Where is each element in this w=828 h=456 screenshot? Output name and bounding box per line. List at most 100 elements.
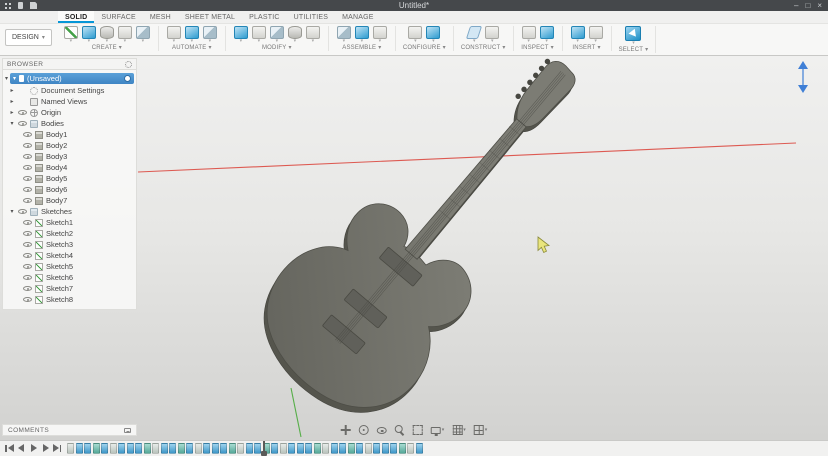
timeline-feature[interactable] <box>84 443 91 454</box>
select-tool-icon[interactable]: ▾ <box>625 26 641 46</box>
dropdown-caret-icon[interactable]: ▾ <box>414 39 417 44</box>
dropdown-caret-icon[interactable]: ▾ <box>432 39 435 44</box>
timeline-feature[interactable] <box>348 443 355 454</box>
step-back-button[interactable] <box>17 444 26 453</box>
dropdown-caret-icon[interactable]: ▾ <box>527 39 530 44</box>
joint-icon[interactable]: ▾ <box>354 26 370 44</box>
timeline-feature[interactable] <box>212 443 219 454</box>
timeline-feature[interactable] <box>399 443 406 454</box>
browser-item-body7[interactable]: Body7 <box>3 195 136 206</box>
group-label[interactable]: MODIFY▾ <box>262 45 292 51</box>
timeline-feature[interactable] <box>271 443 278 454</box>
primitive-box-icon[interactable]: ▾ <box>135 26 151 44</box>
visibility-eye-icon[interactable] <box>23 285 32 292</box>
timeline-feature[interactable] <box>220 443 227 454</box>
document-status-icon[interactable] <box>124 75 131 82</box>
browser-item-sketch3[interactable]: Sketch3 <box>3 239 136 250</box>
close-button[interactable]: × <box>817 2 822 10</box>
group-label[interactable]: SELECT▾ <box>619 47 649 53</box>
group-label[interactable]: AUTOMATE▾ <box>172 45 212 51</box>
configurations-icon[interactable]: ▾ <box>407 26 423 44</box>
measure-icon[interactable]: ▾ <box>521 26 537 44</box>
tab-manage[interactable]: MANAGE <box>335 11 381 23</box>
browser-item-sketch1[interactable]: Sketch1 <box>3 217 136 228</box>
timeline-feature[interactable] <box>203 443 210 454</box>
dropdown-caret-icon[interactable]: ▾ <box>70 39 73 44</box>
rigid-group-icon[interactable]: ▾ <box>372 26 388 44</box>
timeline-feature[interactable] <box>229 443 236 454</box>
timeline-feature[interactable] <box>254 443 261 454</box>
timeline-feature[interactable] <box>314 443 321 454</box>
sweep-icon[interactable]: ▾ <box>117 26 133 44</box>
timeline-feature[interactable] <box>297 443 304 454</box>
visibility-eye-icon[interactable] <box>18 109 27 116</box>
dropdown-caret-icon[interactable]: ▾ <box>545 39 548 44</box>
viewports-icon[interactable]: ▾ <box>474 425 488 435</box>
visibility-eye-icon[interactable] <box>18 208 27 215</box>
guitar-model[interactable] <box>234 56 633 440</box>
dropdown-caret-icon[interactable]: ▾ <box>124 39 127 44</box>
extrude-icon[interactable]: ▾ <box>81 26 97 44</box>
timeline-feature[interactable] <box>288 443 295 454</box>
timeline-feature[interactable] <box>76 443 83 454</box>
dropdown-caret-icon[interactable]: ▾ <box>276 39 279 44</box>
dropdown-caret-icon[interactable]: ▾ <box>294 39 297 44</box>
browser-item-sketch4[interactable]: Sketch4 <box>3 250 136 261</box>
look-at-icon[interactable]: ▾ <box>377 426 387 435</box>
expand-arrow-icon[interactable] <box>9 208 15 215</box>
dropdown-caret-icon[interactable]: ▾ <box>312 39 315 44</box>
timeline-feature[interactable] <box>118 443 125 454</box>
group-label[interactable]: CONFIGURE▾ <box>403 45 446 51</box>
timeline-feature[interactable] <box>331 443 338 454</box>
dropdown-caret-icon[interactable]: ▾ <box>576 39 579 44</box>
new-component-icon[interactable]: ▾ <box>336 26 352 44</box>
visibility-eye-icon[interactable] <box>23 296 32 303</box>
visibility-eye-icon[interactable] <box>23 186 32 193</box>
timeline-feature[interactable] <box>365 443 372 454</box>
expand-arrow-icon[interactable] <box>9 109 15 116</box>
timeline-feature[interactable] <box>305 443 312 454</box>
visibility-eye-icon[interactable] <box>18 120 27 127</box>
utilities-automation-icon[interactable]: ▾ <box>202 26 218 44</box>
tab-mesh[interactable]: MESH <box>143 11 178 23</box>
construction-axis-icon[interactable]: ▾ <box>484 26 500 44</box>
visibility-eye-icon[interactable] <box>23 153 32 160</box>
go-to-end-button[interactable] <box>53 444 62 453</box>
minimize-button[interactable]: – <box>794 2 798 10</box>
browser-item-body1[interactable]: Body1 <box>3 129 136 140</box>
browser-item-document-settings[interactable]: Document Settings <box>3 85 136 96</box>
tab-plastic[interactable]: PLASTIC <box>242 11 287 23</box>
timeline-feature[interactable] <box>195 443 202 454</box>
revolve-icon[interactable]: ▾ <box>99 26 115 44</box>
tab-utilities[interactable]: UTILITIES <box>287 11 335 23</box>
view-rotate-arrows-icon[interactable] <box>798 61 808 93</box>
timeline-feature[interactable] <box>152 443 159 454</box>
file-menu-icon[interactable] <box>18 2 23 9</box>
change-parameters-icon[interactable]: ▾ <box>305 26 321 44</box>
dropdown-caret-icon[interactable]: ▾ <box>173 39 176 44</box>
timeline-feature[interactable] <box>280 443 287 454</box>
tab-solid[interactable]: SOLID <box>58 11 94 23</box>
expand-arrow-icon[interactable] <box>9 120 15 127</box>
pan-icon[interactable]: ▾ <box>341 425 351 435</box>
browser-collapse-arrow-icon[interactable]: ▾ <box>5 75 8 82</box>
visibility-eye-icon[interactable] <box>23 197 32 204</box>
timeline-feature[interactable] <box>322 443 329 454</box>
timeline-feature[interactable] <box>186 443 193 454</box>
maximize-button[interactable]: □ <box>805 2 810 10</box>
section-analysis-icon[interactable]: ▾ <box>539 26 555 44</box>
dropdown-caret-icon[interactable]: ▾ <box>361 39 364 44</box>
timeline-feature[interactable] <box>339 443 346 454</box>
timeline-feature[interactable] <box>373 443 380 454</box>
timeline-feature[interactable] <box>93 443 100 454</box>
visibility-eye-icon[interactable] <box>23 164 32 171</box>
browser-item-sketch8[interactable]: Sketch8 <box>3 294 136 305</box>
dropdown-caret-icon[interactable]: ▾ <box>240 39 243 44</box>
press-pull-icon[interactable]: ▾ <box>233 26 249 44</box>
configuration-table-icon[interactable]: ▾ <box>425 26 441 44</box>
tab-surface[interactable]: SURFACE <box>94 11 142 23</box>
gear-icon[interactable] <box>125 61 132 68</box>
dropdown-caret-icon[interactable]: ▾ <box>258 39 261 44</box>
timeline-feature[interactable] <box>416 443 423 454</box>
visibility-eye-icon[interactable] <box>23 274 32 281</box>
